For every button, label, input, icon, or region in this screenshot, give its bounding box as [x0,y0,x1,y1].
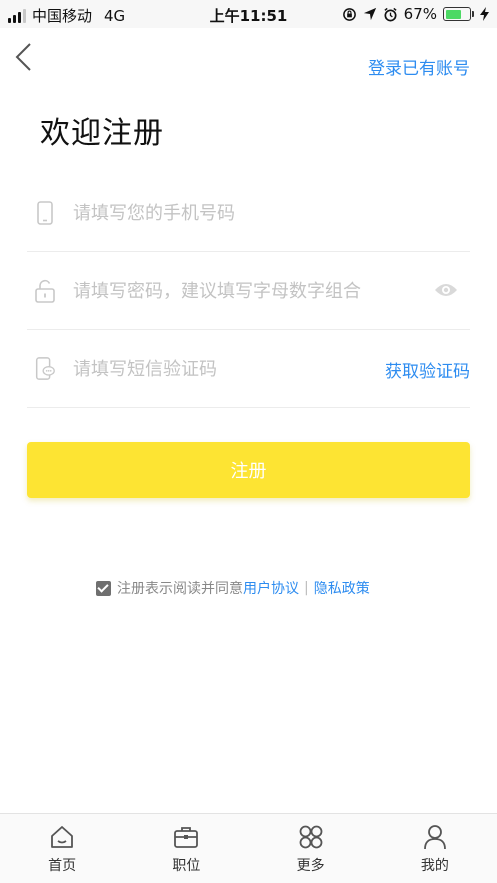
privacy-policy-link[interactable]: 隐私政策 [314,578,370,598]
phone-icon [37,201,53,225]
tab-bar: 首页 职位 更多 我的 [0,813,497,883]
rotation-lock-icon [342,7,356,21]
user-agreement-link[interactable]: 用户协议 [243,578,299,598]
status-bar: 中国移动 4G 上午11:51 67% [0,0,497,28]
sms-code-input[interactable] [73,354,353,384]
tab-home[interactable]: 首页 [0,814,124,883]
register-button[interactable]: 注册 [27,442,470,498]
location-icon [363,7,376,21]
agreement-checkbox[interactable] [96,580,111,596]
battery-percent: 67% [403,5,437,23]
phone-row [27,174,470,252]
alarm-icon [384,7,397,21]
sms-code-row: 获取验证码 [27,330,470,408]
agreement: 注册表示阅读并同意 用户协议 | 隐私政策 [96,578,370,598]
eye-icon[interactable] [434,281,458,299]
tab-label: 首页 [48,858,77,874]
charging-icon [480,7,489,21]
agreement-separator: | [304,580,309,596]
login-existing-account-link[interactable]: 登录已有账号 [368,54,470,79]
password-input[interactable] [73,276,433,306]
grid-icon [299,825,323,849]
tab-label: 我的 [420,858,449,874]
battery-icon [443,7,474,21]
tab-jobs[interactable]: 职位 [124,814,248,883]
phone-input[interactable] [73,198,403,228]
sms-phone-icon [35,357,55,380]
tab-label: 职位 [172,858,201,874]
back-button[interactable] [10,40,40,74]
password-row [27,252,470,330]
tab-more[interactable]: 更多 [249,814,373,883]
status-right: 67% [342,5,489,23]
briefcase-icon [174,827,199,848]
home-icon [51,826,74,848]
page-title: 欢迎注册 [40,116,164,151]
lock-icon [35,279,55,303]
tab-mine[interactable]: 我的 [373,814,497,883]
user-icon [423,825,446,850]
agreement-text: 注册表示阅读并同意 [117,581,243,597]
get-sms-code-button[interactable]: 获取验证码 [385,357,470,382]
tab-label: 更多 [296,858,325,874]
